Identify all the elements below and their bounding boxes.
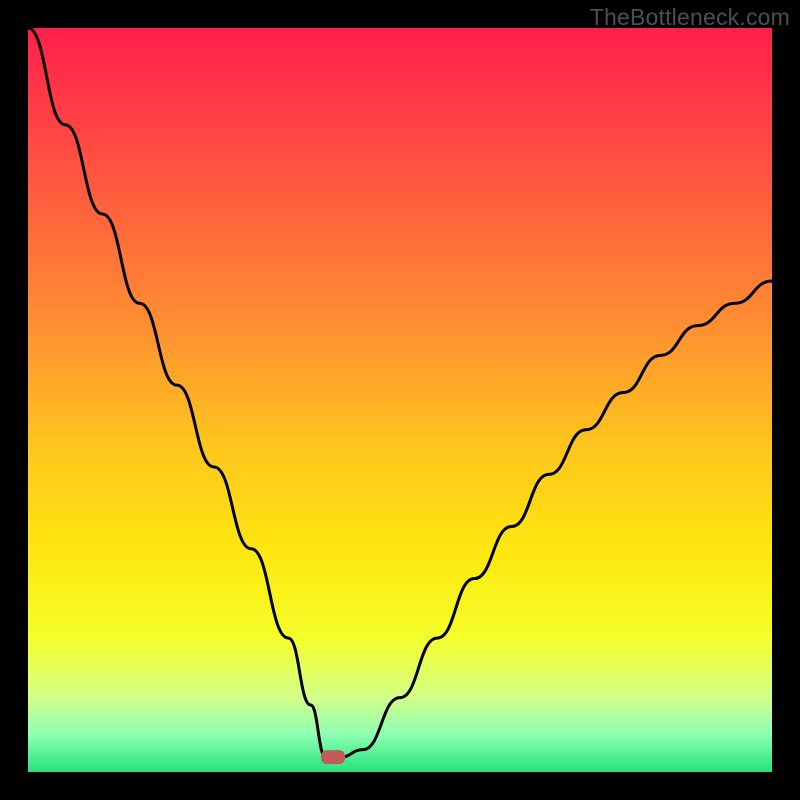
- watermark-text: TheBottleneck.com: [590, 4, 790, 31]
- plot-area: [28, 28, 772, 772]
- chart-frame: TheBottleneck.com: [0, 0, 800, 800]
- bottleneck-chart: [28, 28, 772, 772]
- gradient-background: [28, 28, 772, 772]
- minimum-marker: [321, 750, 345, 764]
